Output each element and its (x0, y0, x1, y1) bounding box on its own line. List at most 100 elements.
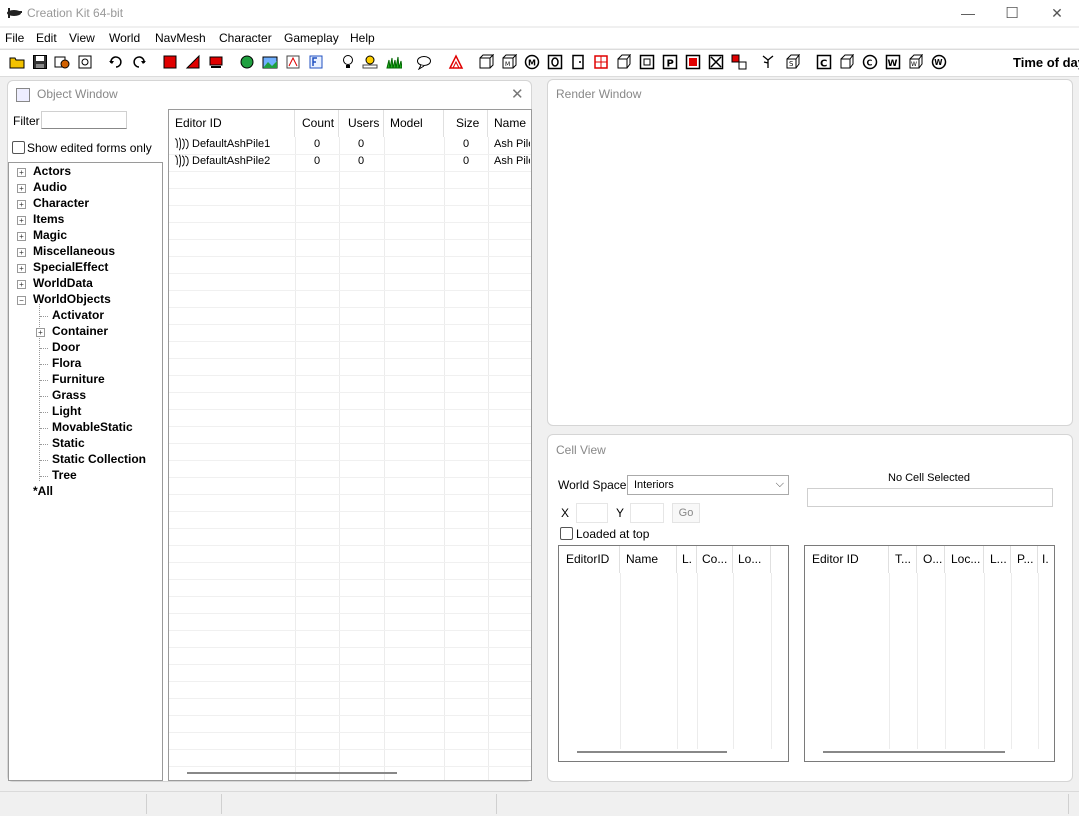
column-owner[interactable]: O... (917, 546, 945, 573)
menu-help[interactable]: Help (350, 31, 375, 45)
object-window-close-icon[interactable]: ✕ (511, 85, 524, 103)
tree-item[interactable]: WorldData (33, 276, 93, 292)
open-folder-icon[interactable] (9, 54, 25, 70)
misc-object-icon[interactable]: M (501, 54, 517, 70)
circle-w-icon[interactable]: W (931, 54, 947, 70)
navmesh-icon[interactable] (448, 54, 464, 70)
tree-icon[interactable] (760, 54, 776, 70)
tree-item[interactable]: Actors (33, 164, 71, 180)
expand-icon[interactable]: + (17, 200, 26, 209)
tree-item[interactable]: Door (52, 340, 80, 356)
column-i[interactable]: I. (1038, 546, 1054, 573)
tree-item[interactable]: Static (52, 436, 85, 452)
sky-icon[interactable] (362, 54, 378, 70)
column-l[interactable]: L... (984, 546, 1011, 573)
red-grid-icon[interactable] (593, 54, 609, 70)
red-box-icon[interactable] (685, 54, 701, 70)
menu-edit[interactable]: Edit (36, 31, 57, 45)
boxed-o-icon[interactable] (547, 54, 563, 70)
forms-list[interactable]: Editor ID Count Users Model Size Name De… (168, 109, 532, 781)
maximize-button[interactable]: ☐ (989, 0, 1035, 26)
preferences-icon[interactable] (54, 54, 70, 70)
cube-icon[interactable] (616, 54, 632, 70)
globe-icon[interactable] (239, 54, 255, 70)
column-editor-id[interactable]: Editor ID (805, 546, 889, 573)
red-square-icon[interactable] (162, 54, 178, 70)
tree-item[interactable]: Activator (52, 308, 104, 324)
column-location[interactable]: Loc... (945, 546, 984, 573)
red-blocks-icon[interactable] (731, 54, 747, 70)
tree-item[interactable]: WorldObjects (33, 292, 111, 308)
circle-m-icon[interactable]: M (524, 54, 540, 70)
expand-icon[interactable]: + (17, 280, 26, 289)
expand-icon[interactable]: + (36, 328, 45, 337)
expand-icon[interactable]: + (17, 232, 26, 241)
data-icon[interactable] (77, 54, 93, 70)
menu-gameplay[interactable]: Gameplay (284, 31, 339, 45)
light-bulb-icon[interactable] (340, 54, 356, 70)
boxed-w-icon[interactable]: W (885, 54, 901, 70)
filter-input[interactable] (41, 111, 127, 129)
cube-small-icon[interactable] (839, 54, 855, 70)
column-size[interactable]: Size (444, 110, 488, 137)
column-name[interactable]: Name (488, 110, 531, 137)
boxed-c-icon[interactable]: C (816, 54, 832, 70)
menu-world[interactable]: World (109, 31, 140, 45)
x-coordinate-input[interactable] (576, 503, 608, 523)
expand-icon[interactable]: + (17, 216, 26, 225)
menu-view[interactable]: View (69, 31, 95, 45)
tree-item[interactable]: Flora (52, 356, 81, 372)
red-triangle-icon[interactable] (185, 54, 201, 70)
tree-item[interactable]: *All (33, 484, 53, 500)
expand-icon[interactable]: + (17, 168, 26, 177)
references-list-hscrollbar[interactable] (823, 751, 1005, 753)
door-icon[interactable] (570, 54, 586, 70)
column-users[interactable]: Users (339, 110, 384, 137)
havok-icon[interactable] (285, 54, 301, 70)
boxed-p-icon[interactable]: P (662, 54, 678, 70)
column-editor-id[interactable]: Editor ID (169, 110, 295, 137)
tree-item[interactable]: Furniture (52, 372, 105, 388)
world-space-select[interactable]: Interiors ⌵ (627, 475, 789, 495)
show-edited-checkbox[interactable] (12, 141, 25, 154)
column-count[interactable]: Count (295, 110, 339, 137)
table-row[interactable]: DefaultAshPile1 (173, 137, 293, 154)
references-list[interactable]: Editor ID T... O... Loc... L... P... I. (804, 545, 1055, 762)
tree-item[interactable]: Grass (52, 388, 86, 404)
expand-icon[interactable]: + (17, 184, 26, 193)
tree-item[interactable]: Character (33, 196, 89, 212)
minimize-button[interactable]: — (945, 0, 991, 26)
column-editorid[interactable]: EditorID (559, 546, 620, 573)
tree-item[interactable]: Tree (52, 468, 77, 484)
tree-item[interactable]: Audio (33, 180, 67, 196)
column-p[interactable]: P... (1011, 546, 1038, 573)
table-row[interactable]: DefaultAshPile2 (173, 154, 293, 171)
tree-item[interactable]: Static Collection (52, 452, 146, 468)
tree-item[interactable]: Light (52, 404, 81, 420)
close-button[interactable]: ✕ (1034, 0, 1079, 26)
column-l[interactable]: L. (677, 546, 697, 573)
speech-bubble-icon[interactable] (416, 54, 432, 70)
save-icon[interactable] (32, 54, 48, 70)
tree-item[interactable]: SpecialEffect (33, 260, 108, 276)
category-tree[interactable]: Actors + Audio + Character + Items + Magic + Misce… (8, 162, 163, 781)
tree-item[interactable]: Items (33, 212, 64, 228)
column-model[interactable]: Model (384, 110, 444, 137)
tree-item[interactable]: Miscellaneous (33, 244, 115, 260)
cube-s-icon[interactable]: S (785, 54, 801, 70)
loaded-at-top-checkbox[interactable] (560, 527, 573, 540)
fx-icon[interactable] (308, 54, 324, 70)
column-location[interactable]: Lo... (733, 546, 771, 573)
cells-list[interactable]: EditorID Name L. Co... Lo... (558, 545, 789, 762)
go-button[interactable]: Go (672, 503, 700, 523)
y-coordinate-input[interactable] (630, 503, 664, 523)
redo-icon[interactable] (131, 54, 147, 70)
landscape-icon[interactable] (262, 54, 278, 70)
expand-icon[interactable]: + (17, 248, 26, 257)
boxed-x-icon[interactable] (708, 54, 724, 70)
tree-item[interactable]: Magic (33, 228, 67, 244)
object-type-icon[interactable] (478, 54, 494, 70)
red-chip-icon[interactable] (208, 54, 224, 70)
circle-c-icon[interactable]: C (862, 54, 878, 70)
column-count[interactable]: Co... (697, 546, 733, 573)
